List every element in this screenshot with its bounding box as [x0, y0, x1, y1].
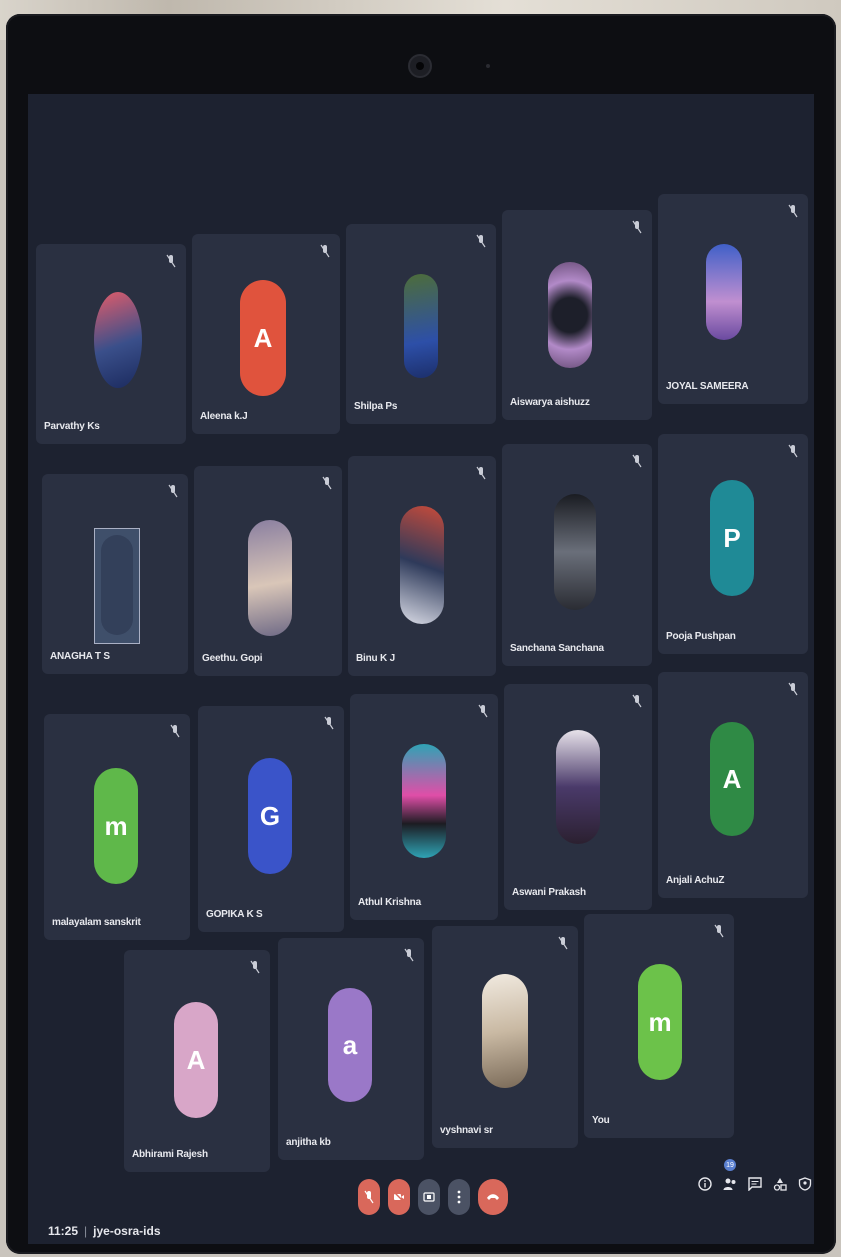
participant-photo	[548, 262, 592, 368]
laptop-bezel: Parvathy Ks A Aleena k.J Shilpa Ps Aiswa…	[6, 14, 836, 1254]
participant-avatar: a	[328, 988, 372, 1102]
call-controls	[358, 1179, 508, 1215]
participant-name: Binu K J	[356, 653, 395, 664]
mic-muted-icon	[788, 444, 798, 458]
participant-tile[interactable]: A Aleena k.J	[192, 234, 340, 434]
camera-off-icon[interactable]	[388, 1179, 410, 1215]
participant-tile[interactable]: P Pooja Pushpan	[658, 434, 808, 654]
participant-avatar: m	[638, 964, 682, 1080]
participant-count-badge: 19	[724, 1159, 736, 1171]
participant-name: JOYAL SAMEERA	[666, 381, 749, 392]
mic-muted-icon	[476, 234, 486, 248]
participant-photo	[556, 730, 600, 844]
participant-photo	[404, 274, 438, 378]
mic-muted-icon	[170, 724, 180, 738]
leave-call-icon[interactable]	[478, 1179, 508, 1215]
activities-icon[interactable]	[773, 1174, 787, 1194]
participant-tile[interactable]: Shilpa Ps	[346, 224, 496, 424]
participant-name: Sanchana Sanchana	[510, 643, 604, 654]
participant-photo	[94, 292, 142, 388]
info-icon[interactable]	[698, 1174, 712, 1194]
participant-tile[interactable]: ANAGHA T S	[42, 474, 188, 674]
participant-name: anjitha kb	[286, 1137, 331, 1148]
mic-muted-icon	[632, 220, 642, 234]
broken-image-placeholder	[94, 528, 140, 644]
participant-tile[interactable]: Sanchana Sanchana	[502, 444, 652, 666]
participant-name: Pooja Pushpan	[666, 631, 736, 642]
participant-avatar: P	[710, 480, 754, 596]
mic-off-icon[interactable]	[358, 1179, 380, 1215]
participant-tile[interactable]: G GOPIKA K S	[198, 706, 344, 932]
laptop-mic	[486, 64, 490, 68]
participant-name: Aleena k.J	[200, 411, 248, 422]
participant-name: vyshnavi sr	[440, 1125, 493, 1136]
mic-muted-icon	[632, 454, 642, 468]
mic-muted-icon	[714, 924, 724, 938]
mic-muted-icon	[322, 476, 332, 490]
participant-tile[interactable]: Aswani Prakash	[504, 684, 652, 910]
mic-muted-icon	[166, 254, 176, 268]
mic-muted-icon	[632, 694, 642, 708]
participant-avatar: A	[710, 722, 754, 836]
participant-name: GOPIKA K S	[206, 909, 263, 920]
participant-photo	[402, 744, 446, 858]
participant-avatar: A	[174, 1002, 218, 1118]
participant-tile[interactable]: Parvathy Ks	[36, 244, 186, 444]
participant-name: Aiswarya aishuzz	[510, 397, 590, 408]
webcam	[408, 54, 432, 78]
participant-name: Parvathy Ks	[44, 421, 100, 432]
meeting-time: 11:25	[48, 1224, 79, 1238]
participant-name: Anjali AchuZ	[666, 875, 725, 886]
mic-muted-icon	[404, 948, 414, 962]
participant-photo	[554, 494, 596, 610]
participant-tile[interactable]: Geethu. Gopi	[194, 466, 342, 676]
host-controls-icon[interactable]	[798, 1174, 812, 1194]
participant-tile[interactable]: vyshnavi sr	[432, 926, 578, 1148]
present-screen-icon[interactable]	[418, 1179, 440, 1215]
participant-tile[interactable]: a anjitha kb	[278, 938, 424, 1160]
participant-avatar: m	[94, 768, 138, 884]
participant-name: Geethu. Gopi	[202, 653, 263, 664]
participant-tile[interactable]: A Abhirami Rajesh	[124, 950, 270, 1172]
mic-muted-icon	[478, 704, 488, 718]
participant-tile[interactable]: A Anjali AchuZ	[658, 672, 808, 898]
participant-tile[interactable]: Aiswarya aishuzz	[502, 210, 652, 420]
side-panel-buttons	[698, 1174, 812, 1194]
participant-name: Abhirami Rajesh	[132, 1149, 208, 1160]
mic-muted-icon	[788, 682, 798, 696]
participant-name: ANAGHA T S	[50, 651, 110, 662]
mic-muted-icon	[320, 244, 330, 258]
meeting-details[interactable]: 11:25 | jye-osra-ids	[48, 1224, 161, 1238]
participant-name: malayalam sanskrit	[52, 917, 141, 928]
participant-photo	[400, 506, 444, 624]
participant-avatar: A	[240, 280, 286, 396]
participant-name: Aswani Prakash	[512, 887, 586, 898]
participant-name: You	[592, 1115, 610, 1126]
participant-tile-self[interactable]: m You	[584, 914, 734, 1138]
participant-tile[interactable]: m malayalam sanskrit	[44, 714, 190, 940]
mic-muted-icon	[324, 716, 334, 730]
mic-muted-icon	[250, 960, 260, 974]
participant-photo	[706, 244, 742, 340]
meeting-separator: |	[84, 1224, 88, 1238]
more-options-icon[interactable]	[448, 1179, 470, 1215]
people-icon[interactable]	[723, 1174, 737, 1194]
participant-name: Shilpa Ps	[354, 401, 398, 412]
participant-photo	[248, 520, 292, 636]
meet-screen: Parvathy Ks A Aleena k.J Shilpa Ps Aiswa…	[28, 94, 814, 1244]
participant-avatar: G	[248, 758, 292, 874]
participant-tile[interactable]: Athul Krishna	[350, 694, 498, 920]
participant-name: Athul Krishna	[358, 897, 421, 908]
participant-tile[interactable]: JOYAL SAMEERA	[658, 194, 808, 404]
chat-icon[interactable]	[748, 1174, 762, 1194]
meeting-code: jye-osra-ids	[93, 1224, 161, 1238]
mic-muted-icon	[558, 936, 568, 950]
mic-muted-icon	[476, 466, 486, 480]
participant-tile[interactable]: Binu K J	[348, 456, 496, 676]
participant-photo	[482, 974, 528, 1088]
mic-muted-icon	[168, 484, 178, 498]
mic-muted-icon	[788, 204, 798, 218]
